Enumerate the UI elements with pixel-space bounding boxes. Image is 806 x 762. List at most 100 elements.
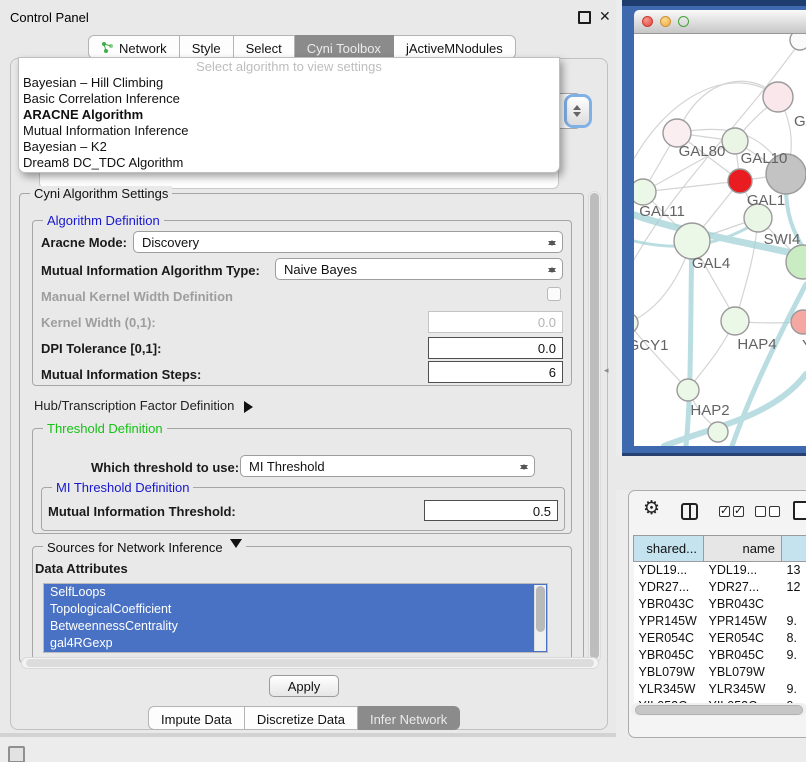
algorithm-dropdown-popup: Select algorithm to view settings Bayesi… [18,57,560,173]
sources-group: Sources for Network Inference Data Attri… [32,546,572,658]
network-canvas[interactable]: GAL GAL80 GAL10 GAL1 GAL11 SWI4 GAL4 GCY… [634,34,806,446]
node-label: GAL4 [692,255,730,272]
tab-label: Network [119,41,167,56]
apply-button[interactable]: Apply [269,675,339,697]
minimized-panel-icon[interactable] [8,746,25,762]
which-threshold-select[interactable]: MI Threshold [240,455,535,477]
collapse-arrow-icon [230,539,242,554]
algorithm-option[interactable]: Mutual Information Inference [19,123,559,139]
node-gal1[interactable] [728,169,752,193]
node-label: GAL10 [741,150,788,167]
scrollbar-thumb[interactable] [590,193,599,659]
algorithm-definition-group: Algorithm Definition Aracne Mode: Discov… [32,220,572,386]
scrollbar-thumb[interactable] [536,586,545,632]
tab-style[interactable]: Style [180,35,234,59]
algorithm-option[interactable]: Dream8 DC_TDC Algorithm [19,155,559,171]
control-panel-window: Control Panel ✕ Network Style Select Cyn… [0,0,616,737]
mac-zoom-icon[interactable] [678,16,689,27]
tab-impute-data[interactable]: Impute Data [148,706,245,730]
export-table-icon[interactable] [793,501,806,520]
scrollbar-thumb[interactable] [26,659,594,667]
manual-kernel-width-checkbox[interactable] [547,287,561,301]
table-row[interactable]: YDL19...YDL19...13 [634,562,806,579]
list-item[interactable]: TopologicalCoefficient [44,601,547,618]
settings-vertical-scrollbar[interactable] [588,191,601,663]
node-gal11[interactable] [634,179,656,205]
expand-arrow-icon [244,401,259,413]
algorithm-option-selected[interactable]: ARACNE Algorithm [19,107,559,123]
table-row[interactable]: YBR045CYBR045C9. [634,647,806,664]
select-all-columns-icon[interactable] [719,506,744,517]
mac-minimize-icon[interactable] [660,16,671,27]
aracne-mode-select[interactable]: Discovery [133,231,563,253]
mi-algorithm-type-select[interactable]: Naive Bayes [275,258,563,280]
tab-discretize-data[interactable]: Discretize Data [245,706,358,730]
node-gal-partial[interactable] [763,82,793,112]
tab-select[interactable]: Select [234,35,295,59]
scrollbar-thumb[interactable] [635,705,803,715]
network-window-titlebar[interactable] [634,10,806,34]
node-hap4[interactable] [721,307,749,335]
tab-cyni-toolbox[interactable]: Cyni Toolbox [295,35,394,59]
splitter-handle[interactable]: ◂ [604,366,610,375]
sources-expander[interactable]: Sources for Network Inference [43,539,246,555]
network-view-window[interactable]: GAL GAL80 GAL10 GAL1 GAL11 SWI4 GAL4 GCY… [622,6,806,456]
node-label: HAP2 [690,402,729,419]
tab-label: Cyni Toolbox [307,41,381,56]
hub-definition-expander[interactable]: Hub/Transcription Factor Definition [34,398,259,413]
focused-stepper-button[interactable] [567,97,589,125]
network-labels: GAL GAL80 GAL10 GAL1 GAL11 SWI4 GAL4 GCY… [634,113,806,419]
algorithm-option[interactable]: Bayesian – K2 [19,139,559,155]
node-gcy1[interactable] [634,313,638,333]
which-threshold-label: Which threshold to use: [91,460,239,475]
mac-close-icon[interactable] [642,16,653,27]
table-row[interactable]: YBL079WYBL079W [634,664,806,681]
tab-network[interactable]: Network [88,35,180,59]
mi-threshold-definition-group: MI Threshold Definition Mutual Informati… [41,487,565,531]
gear-icon[interactable]: ⚙ [643,497,660,520]
node-hap2[interactable] [677,379,699,401]
node-label: GAL [794,113,806,130]
column-header-shared[interactable]: shared... [634,536,704,562]
deselect-all-columns-icon[interactable] [755,506,780,517]
data-attributes-label: Data Attributes [35,561,128,576]
table-row[interactable]: YBR043CYBR043C [634,596,806,613]
data-attributes-list[interactable]: SelfLoops TopologicalCoefficient Between… [43,583,548,653]
node-bottom[interactable] [708,422,728,442]
mi-steps-field[interactable]: 6 [428,361,563,383]
tab-label: Infer Network [370,712,447,727]
cyni-bottom-tabs: Impute Data Discretize Data Infer Networ… [148,706,460,730]
list-item[interactable]: SelfLoops [44,584,547,601]
node-label: SWI4 [764,231,801,248]
network-graph: GAL GAL80 GAL10 GAL1 GAL11 SWI4 GAL4 GCY… [634,34,806,446]
kernel-width-field[interactable]: 0.0 [428,311,563,333]
stepper-arrows-icon [546,262,556,278]
list-item[interactable]: BetweennessCentrality [44,618,547,635]
tab-jactivemnodules[interactable]: jActiveMNodules [394,35,516,59]
node-gal4[interactable] [674,223,710,259]
control-panel-title: Control Panel [10,10,89,25]
node-attribute-table: shared... name YDL19...YDL19...13 YDR27.… [633,535,806,715]
tab-label: Impute Data [161,712,232,727]
algorithm-option[interactable]: Basic Correlation Inference [19,91,559,107]
table-horizontal-scrollbar[interactable] [631,703,806,716]
dpi-tolerance-field[interactable]: 0.0 [428,337,563,359]
column-header-name[interactable]: name [704,536,782,562]
algorithm-option[interactable]: Bayesian – Hill Climbing [19,75,559,91]
table-row[interactable]: YPR145WYPR145W9. [634,613,806,630]
table-row[interactable]: YLR345WYLR345W9. [634,681,806,698]
settings-horizontal-scrollbar[interactable] [21,657,599,669]
group-title: Algorithm Definition [43,213,164,228]
list-item[interactable]: gal4RGexp [44,635,547,652]
table-row[interactable]: YDR27...YDR27...12 [634,579,806,596]
mi-threshold-field[interactable]: 0.5 [424,500,558,521]
node[interactable] [790,34,806,50]
table-row[interactable]: YER054CYER054C8. [634,630,806,647]
kernel-width-label: Kernel Width (0,1): [41,315,156,330]
split-columns-icon[interactable] [681,503,698,520]
close-icon[interactable]: ✕ [599,10,612,23]
tab-infer-network[interactable]: Infer Network [358,706,460,730]
column-header-cut[interactable] [782,536,806,562]
float-window-icon[interactable] [578,11,591,24]
list-scrollbar[interactable] [534,585,546,651]
